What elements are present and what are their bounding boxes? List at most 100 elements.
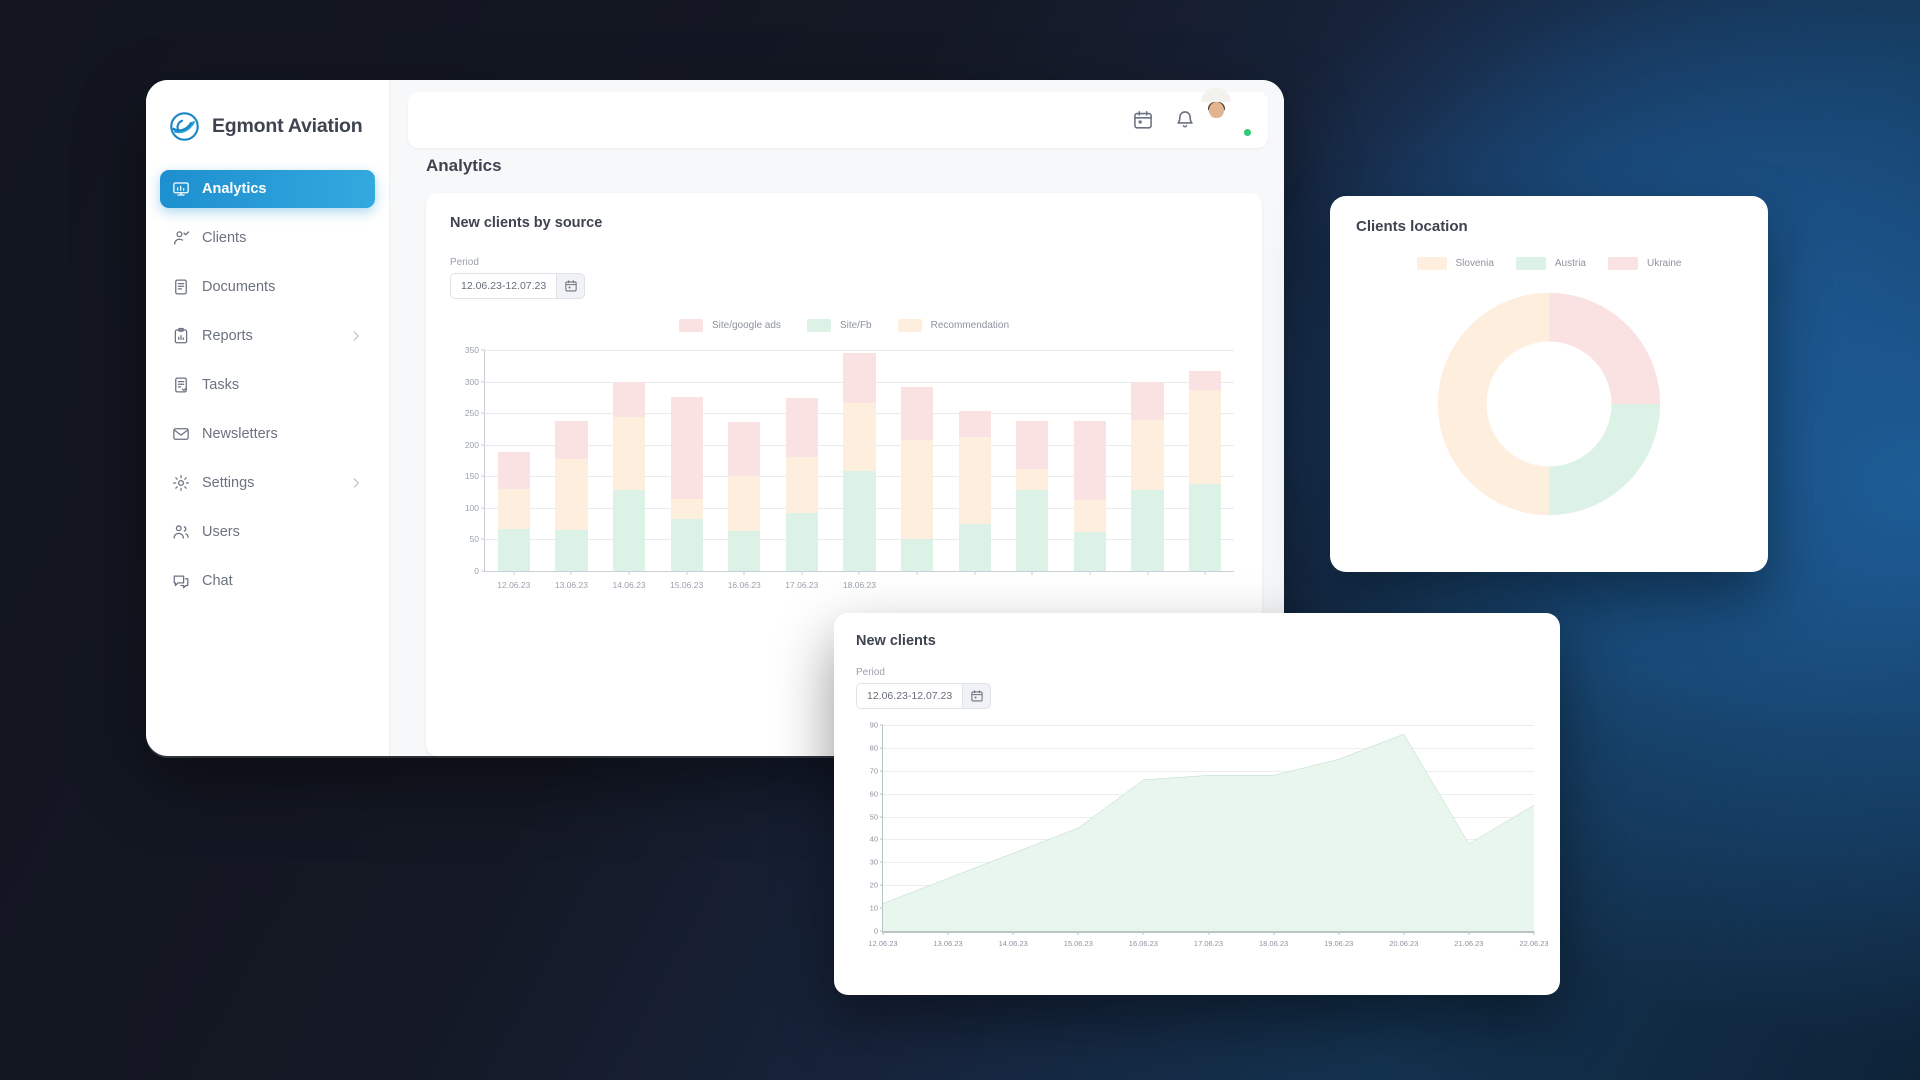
bar-stack [1131, 350, 1164, 571]
sidebar-nav: Analytics Clients Documents Reports Task… [146, 170, 389, 600]
bar-stack [555, 350, 588, 571]
bar-column[interactable] [946, 350, 1004, 575]
bar-segment [1073, 421, 1107, 501]
x-axis-tick-mark [858, 571, 860, 575]
aviation-globe-logo-icon [168, 110, 201, 143]
sidebar-item-documents[interactable]: Documents [160, 268, 375, 306]
x-axis-tick-mark [882, 931, 884, 935]
x-axis-tick-mark [1403, 931, 1405, 935]
y-axis-tick-label: 200 [464, 439, 479, 450]
bar-segment [555, 458, 588, 530]
x-axis-tick-mark [1147, 571, 1148, 575]
bar-column[interactable]: 15.06.23 [658, 350, 716, 590]
sidebar-item-users[interactable]: Users [160, 513, 375, 551]
bar-column[interactable]: 12.06.23 [485, 350, 543, 590]
y-axis-tick-label: 30 [869, 857, 878, 867]
bar-column[interactable] [1176, 350, 1234, 575]
x-axis-tick-label: 12.06.23 [497, 580, 531, 590]
bar-column[interactable] [1119, 350, 1177, 575]
bar-segment [958, 411, 991, 437]
bar-column[interactable]: 18.06.23 [831, 350, 889, 590]
donut-slice[interactable] [1549, 292, 1661, 404]
x-axis-tick-mark [1468, 931, 1470, 935]
bar-segment [1016, 420, 1049, 470]
y-axis-tick-label: 40 [869, 834, 878, 844]
x-axis-tick-label: 19.06.23 [1324, 939, 1354, 948]
period-field[interactable]: 12.06.23-12.07.23 [856, 683, 992, 709]
period-field[interactable]: 12.06.23-12.07.23 [450, 273, 586, 299]
bar-chart: 0 50 100 150 200 250 300 350 12.06.23 13.06.23 14.… [450, 345, 1238, 598]
calendar-icon[interactable] [962, 684, 991, 708]
avatar[interactable] [1201, 88, 1252, 138]
bar-stack [1016, 350, 1049, 571]
bar-stack [728, 350, 761, 571]
bar-column[interactable] [1061, 350, 1119, 575]
donut-legend: Slovenia Austria Ukraine [1356, 257, 1742, 270]
bar-segment [670, 397, 703, 500]
bar-column[interactable] [1003, 350, 1061, 575]
bar-segment [958, 523, 991, 571]
donut-slice[interactable] [1549, 404, 1661, 516]
legend-item: Site/Fb [806, 319, 872, 332]
y-axis-tick-label: 90 [869, 720, 878, 730]
legend-swatch [678, 319, 703, 332]
sidebar-item-settings[interactable]: Settings [160, 464, 375, 502]
sidebar-item-chat[interactable]: Chat [160, 562, 375, 600]
legend-label: Site/google ads [711, 320, 781, 331]
bar-column[interactable]: 17.06.23 [773, 350, 831, 590]
y-axis-tick-label: 350 [464, 345, 479, 355]
sidebar-item-newsletters[interactable]: Newsletters [160, 415, 375, 453]
bar-segment [1073, 500, 1107, 533]
legend-item: Site/google ads [678, 319, 781, 332]
bell-icon[interactable] [1174, 109, 1196, 131]
x-axis-tick-label: 14.06.23 [612, 580, 646, 590]
sidebar-item-reports[interactable]: Reports [160, 317, 375, 355]
period-input[interactable]: 12.06.23-12.07.23 [857, 684, 962, 708]
x-axis-tick-label: 18.06.23 [842, 580, 876, 590]
user-check-icon [172, 229, 190, 247]
x-axis-tick-label: 16.06.23 [727, 580, 761, 590]
bar-stack [785, 350, 818, 571]
bar-column[interactable]: 13.06.23 [543, 350, 601, 590]
bar-column[interactable]: 16.06.23 [715, 350, 773, 590]
bar-segment [843, 352, 876, 404]
sidebar-item-label: Chat [202, 573, 233, 589]
bar-segment [728, 422, 761, 476]
bar-group: 12.06.23 13.06.23 14.06.23 15.06.23 16.06.23… [485, 350, 1234, 590]
bar-segment [1188, 390, 1222, 484]
x-axis-tick-label: 18.06.23 [1258, 939, 1289, 948]
bar-segment [497, 488, 530, 529]
x-axis-tick-label: 16.06.23 [1128, 939, 1158, 948]
bar-segment [843, 403, 876, 471]
sidebar-item-label: Reports [202, 328, 253, 344]
chevron-right-icon [349, 476, 363, 490]
x-axis-tick-mark [513, 571, 515, 575]
x-axis-tick-mark [1338, 931, 1340, 935]
sidebar-item-clients[interactable]: Clients [160, 219, 375, 257]
y-axis-tick-label: 70 [869, 766, 878, 776]
calendar-icon[interactable] [556, 274, 585, 298]
bar-segment [555, 420, 588, 459]
donut-slice[interactable] [1437, 292, 1549, 516]
x-axis-tick-label: 15.06.23 [1063, 939, 1093, 948]
bar-segment [843, 470, 876, 571]
period-label: Period [450, 257, 479, 268]
x-axis-tick-label: 22.06.23 [1519, 939, 1549, 948]
area-series [883, 725, 1534, 931]
bar-column[interactable] [888, 350, 946, 575]
y-axis-tick-label: 20 [869, 880, 878, 890]
card-title: New clients by source [450, 215, 603, 231]
legend-label: Site/Fb [839, 320, 872, 331]
y-axis-tick-label: 10 [869, 903, 878, 913]
sidebar-item-tasks[interactable]: Tasks [160, 366, 375, 404]
bar-column[interactable]: 14.06.23 [600, 350, 658, 590]
sidebar-item-label: Tasks [202, 377, 240, 393]
donut-chart [1356, 280, 1742, 528]
calendar-icon[interactable] [1132, 109, 1154, 131]
sidebar-item-analytics[interactable]: Analytics [160, 170, 375, 208]
y-axis-tick-label: 250 [464, 408, 479, 419]
period-input[interactable]: 12.06.23-12.07.23 [451, 274, 556, 298]
legend-label: Slovenia [1455, 258, 1494, 269]
bar-segment [785, 398, 818, 458]
bar-stack [612, 350, 646, 571]
